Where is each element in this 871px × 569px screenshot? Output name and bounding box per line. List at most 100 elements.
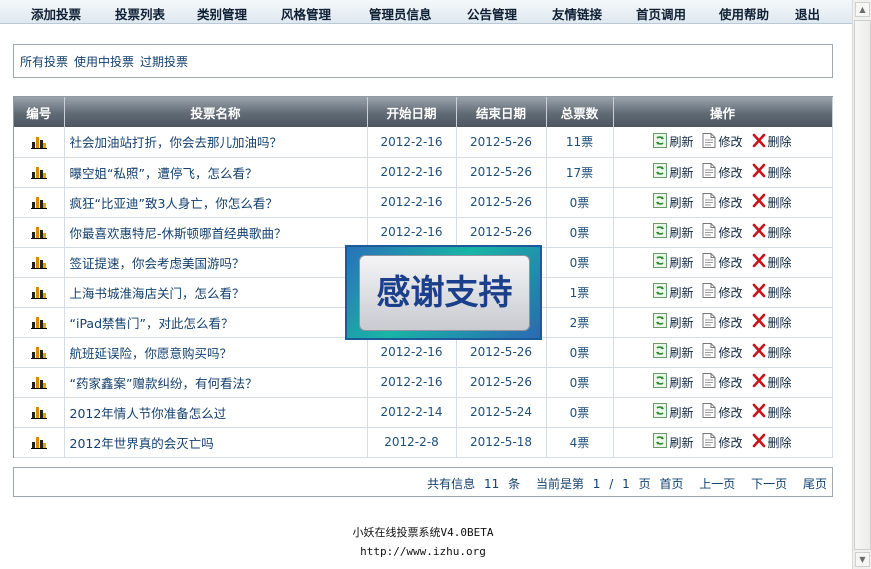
delete-button[interactable]: 删除	[752, 313, 792, 331]
refresh-button[interactable]: 刷新	[653, 403, 693, 421]
filter-all-polls[interactable]: 所有投票	[20, 53, 68, 70]
poll-name-link[interactable]: 疯狂“比亚迪”致3人身亡，你怎么看？	[64, 187, 368, 218]
poll-end-date: 2012-5-26	[456, 187, 547, 218]
refresh-button[interactable]: 刷新	[653, 313, 693, 331]
pager-prev-link[interactable]: 上一页	[699, 477, 735, 491]
edit-button[interactable]: 修改	[702, 343, 743, 361]
edit-button[interactable]: 修改	[702, 433, 743, 451]
edit-icon	[702, 373, 716, 391]
poll-actions: 刷新 修改 删除	[613, 337, 833, 368]
edit-label: 修改	[718, 195, 743, 210]
delete-icon	[752, 223, 766, 241]
refresh-button[interactable]: 刷新	[653, 433, 693, 451]
nav-add-poll[interactable]: 添加投票	[31, 4, 81, 23]
poll-total-votes: 4票	[546, 427, 614, 458]
refresh-button[interactable]: 刷新	[653, 253, 693, 271]
edit-button[interactable]: 修改	[702, 193, 743, 211]
filter-active-polls[interactable]: 使用中投票	[74, 53, 134, 70]
nav-style-manage[interactable]: 风格管理	[281, 4, 331, 23]
refresh-icon	[653, 132, 668, 151]
top-nav: 添加投票 投票列表 类别管理 风格管理 管理员信息 公告管理 友情链接 首页调用…	[0, 0, 852, 24]
edit-button[interactable]: 修改	[702, 132, 743, 151]
poll-actions: 刷新 修改 删除	[613, 367, 833, 398]
nav-help[interactable]: 使用帮助	[719, 4, 769, 23]
poll-name-link[interactable]: 曝空姐“私照”，遭停飞，怎么看？	[64, 157, 368, 188]
delete-button[interactable]: 删除	[752, 193, 792, 211]
refresh-button[interactable]: 刷新	[653, 223, 693, 241]
pager-page-unit: 页	[638, 477, 651, 491]
delete-label: 删除	[767, 345, 792, 360]
pager-last-link[interactable]: 尾页	[803, 477, 827, 491]
filter-expired-polls[interactable]: 过期投票	[140, 53, 188, 70]
pager-slash: /	[609, 477, 614, 491]
poll-name-link[interactable]: 2012年情人节你准备怎么过	[64, 397, 368, 428]
refresh-label: 刷新	[669, 255, 694, 270]
edit-label: 修改	[718, 135, 743, 150]
poll-name-link[interactable]: 你最喜欢惠特尼-休斯顿哪首经典歌曲？	[64, 217, 368, 248]
nav-homepage-call[interactable]: 首页调用	[636, 4, 686, 23]
poll-name-link[interactable]: 航班延误险，你愿意购买吗？	[64, 337, 368, 368]
table-row: 曝空姐“私照”，遭停飞，怎么看？ 2012-2-16 2012-5-26 17票 刷新 修…	[14, 157, 833, 188]
header-poll-name: 投票名称	[64, 97, 368, 127]
scroll-thumb[interactable]	[854, 20, 871, 550]
delete-button[interactable]: 删除	[752, 253, 792, 271]
thanks-banner-text: 感谢支持	[359, 255, 530, 331]
poll-actions: 刷新 修改 删除	[613, 127, 833, 158]
pager-first-link[interactable]: 首页	[659, 477, 683, 491]
edit-label: 修改	[718, 165, 743, 180]
edit-button[interactable]: 修改	[702, 313, 743, 331]
edit-button[interactable]: 修改	[702, 403, 743, 421]
poll-end-date: 2012-5-26	[456, 217, 547, 248]
delete-button[interactable]: 删除	[752, 283, 792, 301]
delete-button[interactable]: 删除	[752, 403, 792, 421]
scroll-up-arrow-icon[interactable]: ▲	[855, 2, 870, 17]
nav-category-manage[interactable]: 类别管理	[197, 4, 247, 23]
refresh-button[interactable]: 刷新	[653, 193, 693, 211]
edit-button[interactable]: 修改	[702, 223, 743, 241]
poll-name-link[interactable]: 2012年世界真的会灭亡吗	[64, 427, 368, 458]
refresh-icon	[653, 313, 668, 331]
delete-icon	[752, 283, 766, 301]
delete-icon	[752, 343, 766, 361]
scroll-down-arrow-icon[interactable]: ▼	[855, 552, 870, 567]
poll-name-link[interactable]: 上海书城淮海店关门，怎么看？	[64, 277, 368, 308]
delete-button[interactable]: 删除	[752, 433, 792, 451]
refresh-button[interactable]: 刷新	[653, 163, 693, 181]
site-url-link[interactable]: http://www.izhu.org	[0, 545, 846, 558]
nav-admin-info[interactable]: 管理员信息	[369, 4, 432, 23]
refresh-label: 刷新	[669, 405, 694, 420]
poll-name-link[interactable]: 社会加油站打折，你会去那儿加油吗？	[64, 127, 368, 158]
filter-bar: 所有投票 使用中投票 过期投票	[13, 44, 833, 78]
nav-friend-links[interactable]: 友情链接	[552, 4, 602, 23]
poll-start-date: 2012-2-16	[367, 367, 457, 398]
edit-button[interactable]: 修改	[702, 373, 743, 391]
poll-name-link[interactable]: 签证提速，你会考虑美国游吗？	[64, 247, 368, 278]
edit-icon	[702, 253, 716, 271]
poll-actions: 刷新 修改 删除	[613, 247, 833, 278]
edit-button[interactable]: 修改	[702, 163, 743, 181]
pager-total-label: 共有信息	[427, 477, 476, 491]
delete-icon	[752, 373, 766, 391]
delete-button[interactable]: 删除	[752, 163, 792, 181]
delete-button[interactable]: 删除	[752, 133, 792, 151]
delete-button[interactable]: 删除	[752, 343, 792, 361]
nav-announcement-manage[interactable]: 公告管理	[467, 4, 517, 23]
table-row: 你最喜欢惠特尼-休斯顿哪首经典歌曲？ 2012-2-16 2012-5-26 0票 刷新…	[14, 217, 833, 248]
poll-total-votes: 17票	[546, 157, 614, 188]
refresh-button[interactable]: 刷新	[653, 343, 693, 361]
poll-start-date: 2012-2-16	[367, 337, 457, 368]
nav-poll-list[interactable]: 投票列表	[115, 4, 165, 23]
nav-logout[interactable]: 退出	[795, 4, 820, 23]
refresh-button[interactable]: 刷新	[653, 373, 693, 391]
edit-button[interactable]: 修改	[702, 283, 743, 301]
pager-next-link[interactable]: 下一页	[751, 477, 787, 491]
edit-button[interactable]: 修改	[702, 253, 743, 271]
refresh-button[interactable]: 刷新	[653, 132, 693, 151]
poll-name-link[interactable]: “药家鑫案”赠款纠纷，有何看法？	[64, 367, 368, 398]
delete-button[interactable]: 删除	[752, 223, 792, 241]
vertical-scrollbar[interactable]: ▲ ▼	[852, 0, 871, 569]
poll-name-link[interactable]: “iPad禁售门”，对此怎么看？	[64, 307, 368, 338]
poll-chart-icon	[14, 247, 65, 278]
delete-button[interactable]: 删除	[752, 373, 792, 391]
refresh-button[interactable]: 刷新	[653, 283, 693, 301]
